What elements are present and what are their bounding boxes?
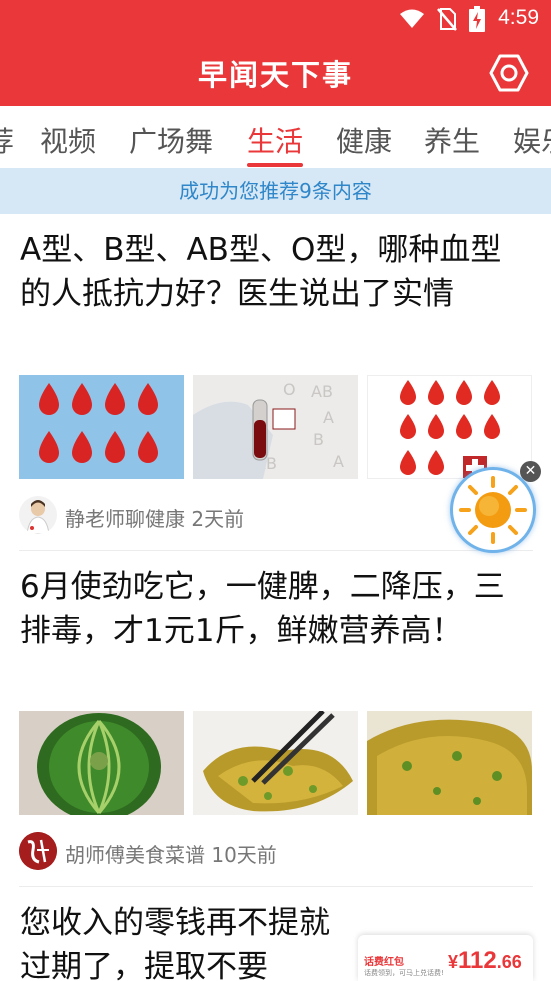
divider bbox=[19, 550, 533, 551]
active-tab-indicator bbox=[247, 163, 303, 167]
svg-text:A: A bbox=[323, 408, 334, 427]
article-source: 胡师傅美食菜谱 bbox=[65, 843, 205, 867]
tab-recommend[interactable]: 荐 bbox=[0, 120, 14, 160]
article-source: 静老师聊健康 bbox=[65, 507, 185, 531]
thumbnail-blood-sample-tube[interactable]: OABA BABA bbox=[193, 375, 358, 479]
top-bar: 4:59 早闻天下事 bbox=[0, 0, 551, 106]
refresh-notice: 成功为您推荐9条内容 bbox=[0, 168, 551, 214]
avatar bbox=[19, 832, 57, 870]
red-packet-amount: ¥112.66 bbox=[448, 947, 522, 974]
status-time: 4:59 bbox=[498, 6, 539, 29]
tab-entertainment[interactable]: 娱乐 bbox=[513, 120, 551, 160]
tab-square-dance[interactable]: 广场舞 bbox=[129, 120, 213, 160]
divider bbox=[19, 886, 533, 887]
article-time: 10天前 bbox=[211, 843, 277, 867]
svg-text:O: O bbox=[283, 380, 296, 399]
article-thumbnails[interactable]: OABA BABA bbox=[19, 375, 533, 479]
close-icon[interactable]: ✕ bbox=[520, 461, 541, 482]
thumbnail-green-pumpkin[interactable] bbox=[19, 711, 184, 815]
tab-life[interactable]: 生活 bbox=[247, 120, 303, 160]
category-tabs: 荐 视频 广场舞 生活 健康 养生 娱乐 bbox=[0, 106, 551, 168]
svg-text:A: A bbox=[333, 452, 344, 471]
thumbnail-fried-dish-chopsticks[interactable] bbox=[193, 711, 358, 815]
tab-wellness[interactable]: 养生 bbox=[424, 120, 480, 160]
sun-icon bbox=[459, 476, 527, 544]
thumbnail-fried-dish-plate[interactable] bbox=[367, 711, 532, 815]
article-title[interactable]: 6月使劲吃它，一健脾，二降压，三排毒，才1元1斤，鲜嫩营养高！ bbox=[20, 565, 530, 653]
floating-weather-button[interactable] bbox=[450, 467, 536, 553]
article-title[interactable]: A型、B型、AB型、O型，哪种血型的人抵抗力好？医生说出了实情 bbox=[20, 228, 530, 316]
app-title: 早闻天下事 bbox=[197, 58, 353, 92]
no-sim-icon bbox=[437, 8, 457, 31]
thumbnail-cartoon-blood-drops[interactable] bbox=[367, 375, 532, 479]
svg-text:AB: AB bbox=[311, 382, 333, 401]
red-packet-banner[interactable]: 话费红包 话费领到，可马上兑话费! ¥112.66 bbox=[358, 935, 533, 981]
status-bar: 4:59 bbox=[0, 0, 551, 38]
svg-text:B: B bbox=[313, 430, 324, 449]
settings-hexagon-icon[interactable] bbox=[489, 53, 529, 93]
avatar bbox=[19, 496, 57, 534]
battery-charging-icon bbox=[469, 6, 485, 32]
tab-video[interactable]: 视频 bbox=[40, 120, 96, 160]
article-thumbnails[interactable] bbox=[19, 711, 533, 815]
wifi-icon bbox=[400, 9, 424, 28]
article-time: 2天前 bbox=[191, 507, 245, 531]
tab-health[interactable]: 健康 bbox=[336, 120, 392, 160]
thumbnail-blood-drops-grid[interactable] bbox=[19, 375, 184, 479]
red-packet-title: 话费红包 bbox=[364, 957, 404, 968]
red-packet-subtitle: 话费领到，可马上兑话费! bbox=[364, 969, 444, 977]
article-title[interactable]: 您收入的零钱再不提就过期了，提取不要 bbox=[20, 901, 342, 981]
